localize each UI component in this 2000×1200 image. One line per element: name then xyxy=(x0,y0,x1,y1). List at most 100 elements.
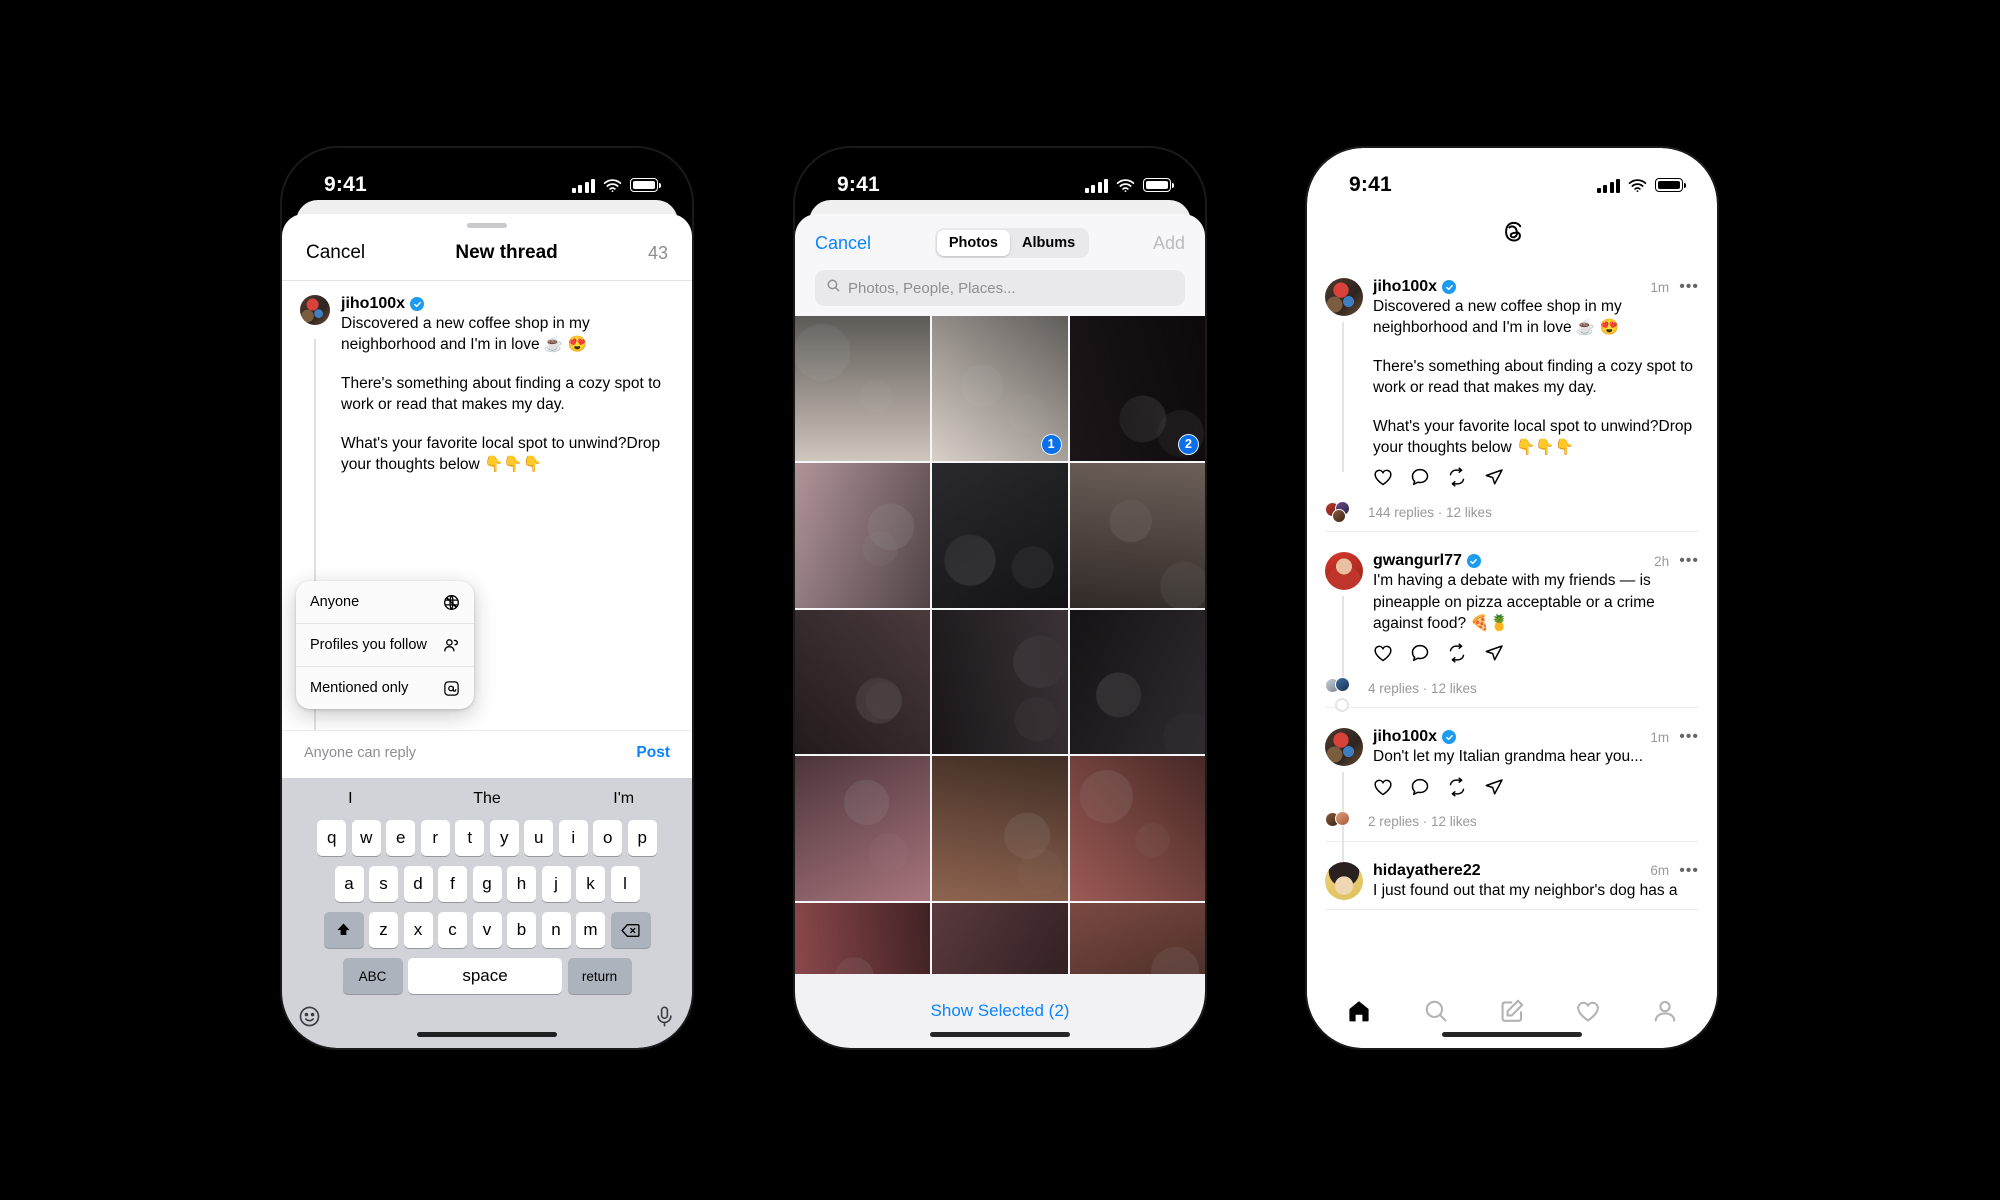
photo-thumbnail[interactable]: 2 xyxy=(1069,316,1205,461)
key-o[interactable]: o xyxy=(593,820,623,856)
feed-posts-list[interactable]: jiho100x 1m ••• Discovered a new coffee … xyxy=(1307,264,1717,986)
abc-key[interactable]: ABC xyxy=(342,958,403,994)
key-t[interactable]: t xyxy=(455,820,485,856)
tab-albums[interactable]: Albums xyxy=(1010,230,1087,256)
key-a[interactable]: a xyxy=(334,866,364,902)
like-icon[interactable] xyxy=(1373,643,1393,668)
key-r[interactable]: r xyxy=(420,820,450,856)
menu-item-mentioned-only[interactable]: Mentioned only xyxy=(296,667,474,709)
tab-search[interactable] xyxy=(1423,998,1449,1029)
space-key[interactable]: space xyxy=(408,958,562,994)
comment-icon[interactable] xyxy=(1410,643,1430,668)
key-m[interactable]: m xyxy=(576,912,605,948)
more-options-icon[interactable]: ••• xyxy=(1679,279,1699,295)
tab-activity[interactable] xyxy=(1575,998,1601,1029)
emoji-icon[interactable] xyxy=(298,1005,321,1033)
show-selected-button[interactable]: Show Selected (2) xyxy=(931,1001,1070,1021)
avatar[interactable] xyxy=(1325,861,1363,900)
like-icon[interactable] xyxy=(1373,777,1393,802)
cancel-button[interactable]: Cancel xyxy=(306,242,365,264)
photo-thumbnail[interactable] xyxy=(1069,609,1205,755)
key-p[interactable]: p xyxy=(627,820,657,856)
key-e[interactable]: e xyxy=(386,820,416,856)
photo-thumbnail[interactable] xyxy=(795,316,931,461)
key-q[interactable]: q xyxy=(317,820,347,856)
key-h[interactable]: h xyxy=(507,866,536,902)
backspace-icon[interactable] xyxy=(610,912,651,948)
key-f[interactable]: f xyxy=(438,866,467,902)
key-l[interactable]: l xyxy=(610,866,640,902)
photo-thumbnail[interactable] xyxy=(932,609,1068,755)
at-icon xyxy=(442,679,460,697)
post-stats[interactable]: 2 replies · 12 likes xyxy=(1325,810,1699,833)
key-s[interactable]: s xyxy=(369,866,398,902)
repost-icon[interactable] xyxy=(1447,643,1467,668)
key-y[interactable]: y xyxy=(489,820,519,856)
username[interactable]: jiho100x xyxy=(1373,728,1437,746)
avatar[interactable] xyxy=(1325,728,1363,767)
repost-icon[interactable] xyxy=(1447,467,1467,492)
feed-post[interactable]: gwangurl77 2h ••• I'm having a debate wi… xyxy=(1307,538,1717,714)
photo-thumbnail[interactable] xyxy=(1069,462,1205,608)
feed-post[interactable]: jiho100x 1m ••• Don't let my Italian gra… xyxy=(1307,698,1717,863)
tab-compose[interactable] xyxy=(1499,998,1525,1029)
photo-thumbnail[interactable] xyxy=(795,756,931,902)
share-icon[interactable] xyxy=(1484,467,1504,492)
share-icon[interactable] xyxy=(1484,777,1504,802)
key-i[interactable]: i xyxy=(558,820,588,856)
key-u[interactable]: u xyxy=(524,820,554,856)
repost-icon[interactable] xyxy=(1447,777,1467,802)
key-n[interactable]: n xyxy=(541,912,571,948)
tab-profile[interactable] xyxy=(1652,998,1678,1029)
more-options-icon[interactable]: ••• xyxy=(1679,553,1699,569)
key-b[interactable]: b xyxy=(507,912,536,948)
prediction-3[interactable]: I'm xyxy=(555,790,692,808)
feed-post[interactable]: jiho100x 1m ••• Discovered a new coffee … xyxy=(1307,264,1717,538)
feed-post[interactable]: hidayathere22 6m ••• I just found out th… xyxy=(1307,848,1717,916)
photo-thumbnail[interactable] xyxy=(932,462,1068,608)
avatar[interactable] xyxy=(1325,278,1363,316)
cancel-button[interactable]: Cancel xyxy=(815,233,871,254)
photo-thumbnail[interactable] xyxy=(932,756,1068,902)
menu-item-anyone[interactable]: Anyone xyxy=(296,581,474,623)
key-j[interactable]: j xyxy=(541,866,571,902)
microphone-icon[interactable] xyxy=(653,1005,676,1033)
post-stats[interactable]: 144 replies · 12 likes xyxy=(1325,501,1699,524)
more-options-icon[interactable]: ••• xyxy=(1679,862,1699,879)
avatar[interactable] xyxy=(300,295,330,325)
post-stats[interactable]: 4 replies · 12 likes xyxy=(1325,677,1699,699)
post-button[interactable]: Post xyxy=(636,744,670,762)
photo-thumbnail[interactable] xyxy=(795,462,931,608)
username[interactable]: gwangurl77 xyxy=(1373,552,1462,570)
search-input[interactable]: Photos, People, Places... xyxy=(815,270,1185,306)
composer-text-area[interactable]: jiho100x Discovered a new coffee shop in… xyxy=(341,295,670,356)
audience-status-label[interactable]: Anyone can reply xyxy=(304,745,416,761)
key-c[interactable]: c xyxy=(438,912,467,948)
username[interactable]: hidayathere22 xyxy=(1373,862,1481,880)
menu-item-profiles-you-follow[interactable]: Profiles you follow xyxy=(296,624,474,666)
key-k[interactable]: k xyxy=(576,866,605,902)
avatar[interactable] xyxy=(1325,552,1363,591)
share-icon[interactable] xyxy=(1484,643,1504,668)
add-button[interactable]: Add xyxy=(1153,233,1185,254)
key-d[interactable]: d xyxy=(403,866,433,902)
key-v[interactable]: v xyxy=(472,912,502,948)
photo-thumbnail[interactable] xyxy=(795,609,931,755)
photo-thumbnail[interactable] xyxy=(1069,756,1205,902)
like-icon[interactable] xyxy=(1373,467,1393,492)
key-z[interactable]: z xyxy=(369,912,398,948)
prediction-1[interactable]: I xyxy=(282,790,419,808)
tab-home[interactable] xyxy=(1346,998,1372,1029)
comment-icon[interactable] xyxy=(1410,467,1430,492)
return-key[interactable]: return xyxy=(567,958,632,994)
key-w[interactable]: w xyxy=(351,820,381,856)
username[interactable]: jiho100x xyxy=(1373,278,1437,296)
key-x[interactable]: x xyxy=(403,912,433,948)
shift-icon[interactable] xyxy=(323,912,364,948)
prediction-2[interactable]: The xyxy=(419,790,556,808)
photo-thumbnail[interactable]: 1 xyxy=(932,316,1068,461)
more-options-icon[interactable]: ••• xyxy=(1679,729,1699,745)
key-g[interactable]: g xyxy=(472,866,502,902)
comment-icon[interactable] xyxy=(1410,777,1430,802)
tab-photos[interactable]: Photos xyxy=(936,230,1010,256)
